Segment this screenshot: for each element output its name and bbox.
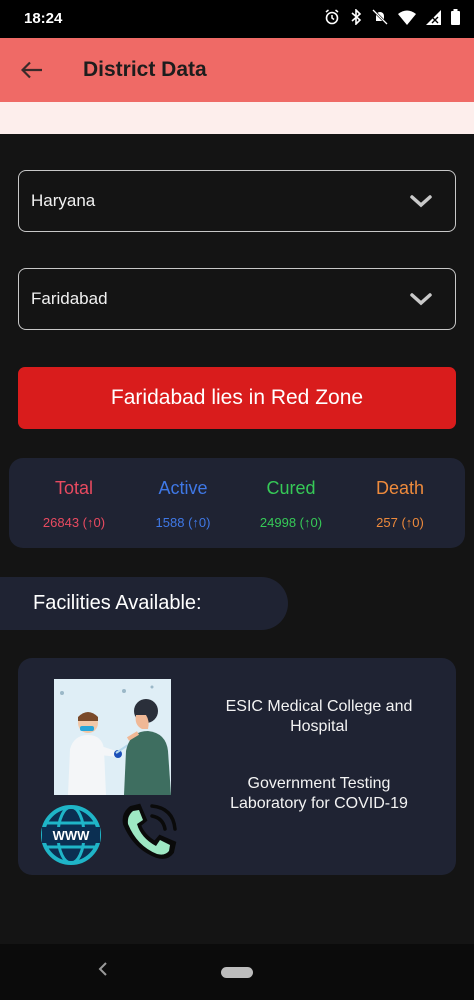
stat-value: 257 (↑0) bbox=[376, 515, 424, 530]
status-time: 18:24 bbox=[24, 10, 63, 27]
svg-text:WWW: WWW bbox=[53, 828, 91, 843]
district-dropdown[interactable]: Faridabad bbox=[18, 268, 456, 330]
stat-value: 26843 (↑0) bbox=[42, 515, 106, 530]
battery-icon bbox=[451, 9, 460, 25]
stat-label: Cured bbox=[266, 478, 316, 498]
facility-type: Government Testing Laboratory for COVID-… bbox=[230, 775, 408, 812]
stat-active: Active 1588 (↑0) bbox=[126, 458, 240, 548]
back-button[interactable] bbox=[16, 56, 48, 84]
state-dropdown-value: Haryana bbox=[31, 191, 96, 210]
stat-label: Death bbox=[375, 478, 425, 498]
stat-value: 1588 (↑0) bbox=[155, 515, 211, 530]
page-title: District Data bbox=[83, 58, 207, 81]
facilities-header: Facilities Available: bbox=[0, 577, 288, 630]
zone-banner: Faridabad lies in Red Zone bbox=[18, 367, 456, 429]
stat-death: Death 257 (↑0) bbox=[343, 458, 457, 548]
nav-back-icon[interactable] bbox=[96, 960, 110, 978]
app-bar: District Data bbox=[0, 38, 474, 102]
nav-home-pill[interactable] bbox=[221, 967, 253, 978]
wifi-icon bbox=[398, 10, 416, 25]
facilities-header-text: Facilities Available: bbox=[33, 592, 202, 614]
chevron-down-icon bbox=[410, 293, 432, 306]
facility-card[interactable]: WWW ESIC Medical College and Hospital Go… bbox=[18, 658, 456, 875]
zone-banner-text: Faridabad lies in Red Zone bbox=[110, 386, 364, 409]
www-globe-icon[interactable]: WWW bbox=[40, 804, 102, 866]
phone-call-icon[interactable] bbox=[119, 802, 179, 862]
status-bar: 18:24 bbox=[0, 0, 474, 38]
arrow-left-icon bbox=[21, 61, 42, 79]
alarm-icon bbox=[325, 9, 339, 25]
state-dropdown[interactable]: Haryana bbox=[18, 170, 456, 232]
stat-value: 24998 (↑0) bbox=[259, 515, 323, 530]
stat-total: Total 26843 (↑0) bbox=[17, 458, 131, 548]
stat-cured: Cured 24998 (↑0) bbox=[234, 458, 348, 548]
district-dropdown-value: Faridabad bbox=[31, 289, 108, 308]
stat-label: Total bbox=[54, 478, 94, 498]
system-nav-bar bbox=[0, 944, 474, 1000]
stats-card: Total 26843 (↑0) Active 1588 (↑0) Cured … bbox=[9, 458, 465, 548]
stat-label: Active bbox=[158, 478, 208, 498]
chevron-down-icon bbox=[410, 195, 432, 208]
header-strip bbox=[0, 102, 474, 134]
signal-icon bbox=[426, 9, 441, 25]
status-icons bbox=[324, 9, 460, 25]
covid-testing-illustration bbox=[54, 679, 171, 795]
facility-name: ESIC Medical College and Hospital bbox=[225, 698, 413, 735]
dnd-off-icon bbox=[372, 9, 388, 25]
bluetooth-icon bbox=[351, 9, 362, 25]
